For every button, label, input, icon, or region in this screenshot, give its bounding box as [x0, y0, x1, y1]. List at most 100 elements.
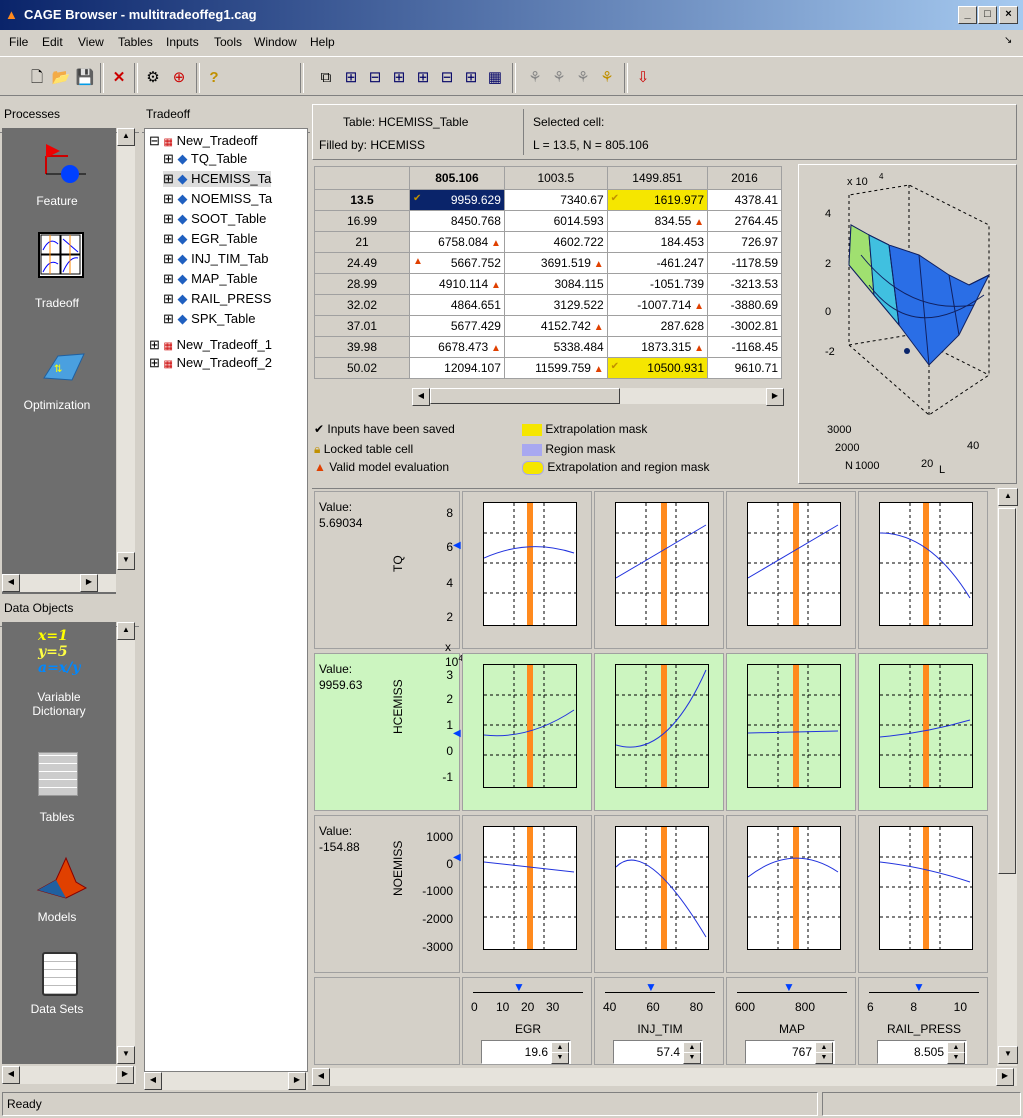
expand-icon[interactable]: ⊞ — [149, 337, 160, 352]
tree-node-table[interactable]: ⊞ ◆ TQ_Table — [163, 151, 247, 167]
scroll-down-button[interactable]: ▼ — [117, 1046, 135, 1064]
table-cell[interactable]: 184.453 — [606, 231, 709, 253]
expand-icon[interactable]: ⊞ — [149, 355, 160, 370]
menu-tools[interactable]: Tools — [214, 35, 242, 49]
processes-scrollbar[interactable]: ▲ ▼ — [117, 128, 135, 570]
scroll-left-button[interactable]: ◀ — [312, 1068, 330, 1086]
export-icon[interactable]: ⇩ — [632, 67, 654, 89]
table-cell[interactable]: 4602.722 — [503, 231, 608, 253]
spin-down-button[interactable]: ▼ — [551, 1052, 569, 1064]
row-header[interactable]: 37.01 — [314, 315, 410, 337]
tree-hscrollbar[interactable]: ◀ ▶ — [144, 1072, 308, 1090]
tradeoff-plot[interactable] — [747, 664, 841, 788]
row-header[interactable]: 24.49 — [314, 252, 410, 274]
optimization-icon[interactable]: ⇅ — [38, 350, 88, 390]
table-cell[interactable]: -3213.53 — [707, 273, 782, 295]
scroll-left-button[interactable]: ◀ — [2, 574, 20, 592]
table-cell[interactable]: -1051.739 — [606, 273, 709, 295]
row-header[interactable]: 21 — [314, 231, 410, 253]
tree-node-table[interactable]: ⊞ ◆ SOOT_Table — [163, 211, 266, 227]
tradeoff-plot[interactable] — [483, 664, 577, 788]
surface-plot[interactable]: x 10 4 420-2 3000 2000 1000 N 40 20 L — [799, 165, 1016, 483]
open-icon[interactable]: 📂 — [50, 67, 72, 89]
row-header[interactable]: 50.02 — [314, 357, 410, 379]
input-marker-icon[interactable]: ▼ — [513, 980, 525, 994]
add-col-icon[interactable]: ⊞ — [388, 67, 410, 89]
tree-node-table[interactable]: ⊞ ◆ NOEMISS_Ta — [163, 191, 272, 207]
close-button[interactable]: × — [999, 6, 1018, 24]
table-cell[interactable]: 8450.768 — [409, 210, 505, 232]
help-icon[interactable]: ? — [203, 67, 225, 89]
column-header[interactable]: 1003.5 — [503, 166, 608, 190]
process-label-optimization[interactable]: Optimization — [2, 398, 112, 412]
menu-edit[interactable]: Edit — [42, 35, 63, 49]
data-object-label-models[interactable]: Models — [2, 910, 112, 924]
scroll-thumb[interactable] — [430, 388, 620, 404]
table-cell[interactable]: -1168.45 — [707, 336, 782, 358]
row-header[interactable]: 39.98 — [314, 336, 410, 358]
properties-icon[interactable]: ⚙ — [142, 67, 164, 89]
tradeoff-plot[interactable] — [747, 826, 841, 950]
tree-node-table[interactable]: ⊞ ◆ HCEMISS_Ta — [163, 171, 272, 187]
data-object-label-tables[interactable]: Tables — [2, 810, 112, 824]
maximize-button[interactable]: □ — [978, 6, 997, 24]
row-header[interactable]: 13.5 — [314, 189, 410, 211]
tree-node-table[interactable]: ⊞ ◆ INJ_TIM_Tab — [163, 251, 268, 267]
table-cell[interactable]: 7340.67 — [503, 189, 608, 211]
menu-inputs[interactable]: Inputs — [166, 35, 199, 49]
scroll-left-button[interactable]: ◀ — [412, 388, 430, 406]
row-header[interactable]: 28.99 — [314, 273, 410, 295]
grid-icon[interactable]: ▦ — [484, 67, 506, 89]
tradeoff-plot[interactable] — [615, 502, 709, 626]
scroll-up-button[interactable]: ▲ — [998, 488, 1018, 506]
table-hscrollbar[interactable]: ◀ ▶ — [412, 388, 784, 406]
table-cell[interactable]: -1178.59 — [707, 252, 782, 274]
column-header[interactable]: 805.106 — [409, 166, 505, 190]
plots-hscrollbar[interactable]: ◀ ▶ — [312, 1068, 1017, 1086]
scroll-thumb[interactable] — [998, 508, 1016, 874]
menu-view[interactable]: View — [78, 35, 104, 49]
input-marker-icon[interactable]: ▼ — [783, 980, 795, 994]
input-spinbox[interactable]: 767 ▲ ▼ — [745, 1040, 835, 1064]
scroll-right-button[interactable]: ▶ — [766, 388, 784, 406]
collapse-icon[interactable]: ⊟ — [149, 133, 160, 148]
scroll-down-button[interactable]: ▼ — [998, 1046, 1018, 1064]
copy-view-icon[interactable]: ⧉ — [315, 67, 337, 89]
expand-icon[interactable]: ⊞ — [163, 311, 174, 326]
scroll-up-button[interactable]: ▲ — [117, 128, 135, 146]
table-cell[interactable]: ✔ 10500.931 — [606, 357, 709, 379]
table-cell[interactable]: 2764.45 — [707, 210, 782, 232]
insert-icon[interactable]: ⊞ — [412, 67, 434, 89]
table-cell[interactable]: 726.97 — [707, 231, 782, 253]
expand-icon[interactable]: ⊞ — [163, 291, 174, 306]
table-cell[interactable]: -1007.714 ▲ — [606, 294, 709, 316]
table-cell[interactable]: 5677.429 — [409, 315, 505, 337]
data-object-label-variable-dictionary[interactable]: Variable Dictionary — [22, 690, 96, 718]
table-cell[interactable]: 6678.473 ▲ — [409, 336, 505, 358]
table-cell[interactable]: 9610.71 — [707, 357, 782, 379]
dock-arrow-icon[interactable]: ↘ — [1004, 35, 1012, 46]
edit-icon[interactable]: ⊞ — [460, 67, 482, 89]
row-header[interactable]: 16.99 — [314, 210, 410, 232]
tradeoff-plot[interactable] — [879, 664, 973, 788]
tradeoff-plot[interactable] — [483, 502, 577, 626]
process-label-tradeoff[interactable]: Tradeoff — [2, 296, 112, 310]
table-cell[interactable]: 3129.522 — [503, 294, 608, 316]
tradeoff-plot[interactable] — [615, 664, 709, 788]
remove-icon[interactable]: ⊟ — [436, 67, 458, 89]
lookup-table[interactable]: 805.106 1003.5 1499.851 2016 13.5 ✔ 9959.629 73… — [314, 166, 782, 379]
tree-node-new-tradeoff[interactable]: ⊟ ▦ New_Tradeoff — [149, 133, 258, 149]
table-cell[interactable]: 1873.315 ▲ — [606, 336, 709, 358]
tradeoff-plot[interactable] — [879, 502, 973, 626]
data-objects-scrollbar[interactable]: ▲ ▼ — [117, 622, 135, 1064]
scroll-right-button[interactable]: ▶ — [80, 574, 98, 592]
expand-icon[interactable]: ⊞ — [163, 191, 174, 206]
tree-node-table[interactable]: ⊞ ◆ EGR_Table — [163, 231, 258, 247]
menu-tables[interactable]: Tables — [118, 35, 153, 49]
table-cell[interactable]: 4152.742 ▲ — [503, 315, 608, 337]
save-icon[interactable]: 💾 — [74, 67, 96, 89]
table-cell[interactable]: 5338.484 — [503, 336, 608, 358]
scroll-up-button[interactable]: ▲ — [117, 622, 135, 640]
table-cell[interactable]: 3691.519 ▲ — [503, 252, 608, 274]
expand-icon[interactable]: ⊞ — [163, 211, 174, 226]
